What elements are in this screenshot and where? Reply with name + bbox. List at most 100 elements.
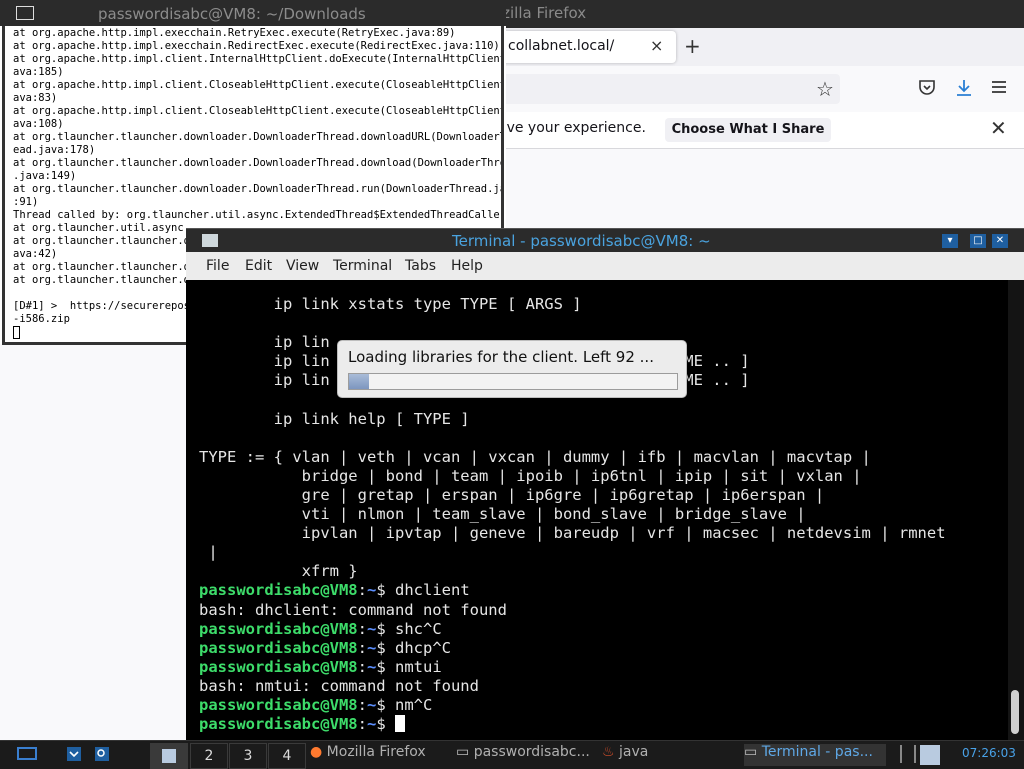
firefox-tab[interactable]: collabnet.local/ × bbox=[498, 31, 676, 63]
menu-edit[interactable]: Edit bbox=[245, 258, 272, 274]
maximize-icon[interactable]: □ bbox=[970, 234, 986, 248]
xterm-line: at org.tlauncher.util.async. bbox=[13, 222, 191, 234]
choose-what-i-share-button[interactable]: Choose What I Share bbox=[665, 118, 831, 142]
prompt-separator: : bbox=[357, 715, 367, 734]
prompt-user: passwordisabc@VM8 bbox=[199, 619, 358, 638]
search-icon[interactable] bbox=[94, 745, 110, 763]
xterm-line: ava:185) bbox=[13, 66, 64, 78]
terminal-line: bash: dhclient: command not found bbox=[199, 600, 507, 619]
terminal-window-title: Terminal - passwordisabc@VM8: ~ bbox=[452, 232, 711, 250]
terminal-menu-bar: File Edit View Terminal Tabs Help bbox=[186, 252, 1024, 281]
terminal-icon bbox=[202, 234, 218, 247]
command-text: $ nm^C bbox=[376, 695, 433, 714]
xterm-line: at org.apache.http.impl.client.Closeable… bbox=[13, 79, 504, 91]
bookmark-star-icon[interactable]: ☆ bbox=[816, 77, 834, 101]
command-text: $ dhclient bbox=[376, 581, 470, 600]
prompt-path: ~ bbox=[366, 619, 377, 638]
cursor bbox=[395, 715, 405, 733]
java-icon: ♨ bbox=[602, 744, 615, 760]
terminal-line: ip link help [ TYPE ] bbox=[273, 409, 470, 428]
xterm-line: .java:149) bbox=[13, 170, 77, 182]
terminal-titlebar[interactable]: Terminal - passwordisabc@VM8: ~ ▾ □ ✕ bbox=[186, 228, 1024, 253]
task-label: Mozilla Firefox bbox=[326, 744, 426, 760]
prompt-separator: : bbox=[357, 657, 367, 676]
new-tab-icon[interactable]: + bbox=[684, 34, 701, 58]
task-firefox[interactable]: ● Mozilla Firefox bbox=[310, 744, 448, 766]
terminal-line: ip link xstats type TYPE [ ARGS ] bbox=[273, 295, 582, 313]
terminal-icon bbox=[16, 6, 34, 20]
loading-progress-bar bbox=[348, 373, 678, 390]
menu-file[interactable]: File bbox=[206, 258, 229, 274]
xterm-line: ava:83) bbox=[13, 92, 58, 104]
prompt-path: ~ bbox=[366, 695, 377, 714]
xterm-line: at org.apache.http.impl.client.InternalH… bbox=[13, 53, 504, 65]
command-text: $ nmtui bbox=[376, 657, 442, 676]
prompt-user: passwordisabc@VM8 bbox=[199, 638, 358, 657]
prompt-path: ~ bbox=[366, 638, 377, 657]
tab-close-icon[interactable]: × bbox=[650, 36, 663, 55]
task-label: Terminal - pas... bbox=[761, 744, 873, 760]
xterm-line: ava:108) bbox=[13, 118, 64, 130]
prompt-path: ~ bbox=[366, 657, 377, 676]
xterm-line: at org.apache.http.impl.execchain.RetryE… bbox=[13, 27, 456, 39]
xterm-line: at org.tlauncher.tlauncher.do bbox=[13, 235, 197, 247]
loading-text: Loading libraries for the client. Left 9… bbox=[348, 348, 654, 366]
task-terminal[interactable]: ▭ Terminal - pas... bbox=[744, 744, 886, 766]
task-label: passwordisabc... bbox=[473, 744, 590, 760]
terminal-line: TYPE := { vlan | veth | vcan | vxcan | d… bbox=[199, 447, 871, 466]
window-list-icon[interactable] bbox=[66, 745, 82, 763]
xterm-line: at org.tlauncher.tlauncher.downloader.Do… bbox=[13, 157, 504, 169]
notice-text: ove your experience. bbox=[498, 120, 646, 136]
command-text: $ dhcp^C bbox=[376, 638, 451, 657]
task-label: java bbox=[619, 744, 649, 760]
pager-icon[interactable] bbox=[920, 745, 940, 765]
command-text: $ shc^C bbox=[376, 619, 442, 638]
xterm-line: Thread called by: org.tlauncher.util.asy… bbox=[13, 209, 504, 221]
workspace-4-button[interactable]: 4 bbox=[268, 743, 306, 769]
menu-help[interactable]: Help bbox=[451, 258, 483, 274]
xterm-line: [D#1] > https://securereposi bbox=[13, 300, 197, 312]
prompt-path: ~ bbox=[366, 715, 377, 734]
terminal-line: ip lin bbox=[273, 333, 330, 352]
tab-title: collabnet.local/ bbox=[508, 38, 615, 54]
clock[interactable]: 07:26:03 bbox=[962, 746, 1016, 760]
prompt-separator: : bbox=[357, 695, 367, 714]
prompt-user: passwordisabc@VM8 bbox=[199, 657, 358, 676]
firefox-icon: ● bbox=[310, 744, 323, 760]
prompt-separator: : bbox=[357, 638, 367, 657]
terminal-window: Terminal - passwordisabc@VM8: ~ ▾ □ ✕ Fi… bbox=[186, 228, 1024, 740]
url-bar[interactable] bbox=[490, 74, 840, 104]
close-icon[interactable]: ✕ bbox=[992, 234, 1008, 248]
workspace-3-button[interactable]: 3 bbox=[229, 743, 267, 769]
xterm-line: at org.tlauncher.tlauncher.downloader.Do… bbox=[13, 183, 504, 195]
menu-view[interactable]: View bbox=[286, 258, 319, 274]
task-java[interactable]: ♨ java bbox=[602, 744, 722, 766]
xterm-line: ead.java:178) bbox=[13, 144, 96, 156]
xterm-window-title: passwordisabc@VM8: ~/Downloads bbox=[98, 5, 366, 23]
terminal-line: ipvlan | ipvtap | geneve | bareudp | vrf… bbox=[301, 524, 946, 543]
minimize-icon[interactable]: ▾ bbox=[942, 234, 958, 248]
command-text: $ bbox=[376, 715, 395, 734]
menu-tabs[interactable]: Tabs bbox=[405, 258, 436, 274]
xterm-line: at org.tlauncher.tlauncher.do bbox=[13, 261, 197, 273]
xterm-line: -i586.zip bbox=[13, 313, 70, 325]
hamburger-menu-icon[interactable] bbox=[990, 78, 1008, 96]
terminal-line: bridge | bond | team | ipoib | ip6tnl | … bbox=[301, 466, 862, 485]
download-icon[interactable] bbox=[955, 78, 973, 98]
show-desktop-icon[interactable] bbox=[16, 745, 38, 763]
xterm-titlebar[interactable]: passwordisabc@VM8: ~/Downloads bbox=[0, 0, 506, 26]
separator bbox=[900, 745, 916, 763]
workspace-1-button[interactable] bbox=[150, 743, 188, 769]
taskbar: 2 3 4 ● Mozilla Firefox ▭ passwordisabc.… bbox=[0, 740, 1024, 769]
close-icon[interactable]: ✕ bbox=[990, 116, 1007, 140]
pocket-icon[interactable] bbox=[918, 78, 936, 96]
terminal-scrollbar[interactable] bbox=[1008, 280, 1024, 740]
terminal-icon: ▭ bbox=[744, 744, 758, 760]
prompt-separator: : bbox=[357, 619, 367, 638]
menu-terminal[interactable]: Terminal bbox=[333, 258, 392, 274]
workspace-2-button[interactable]: 2 bbox=[190, 743, 228, 769]
scrollbar-thumb[interactable] bbox=[1011, 690, 1019, 734]
prompt-user: passwordisabc@VM8 bbox=[199, 715, 358, 734]
task-downloads-terminal[interactable]: ▭ passwordisabc... bbox=[456, 744, 594, 766]
xterm-line: ava:42) bbox=[13, 248, 58, 260]
